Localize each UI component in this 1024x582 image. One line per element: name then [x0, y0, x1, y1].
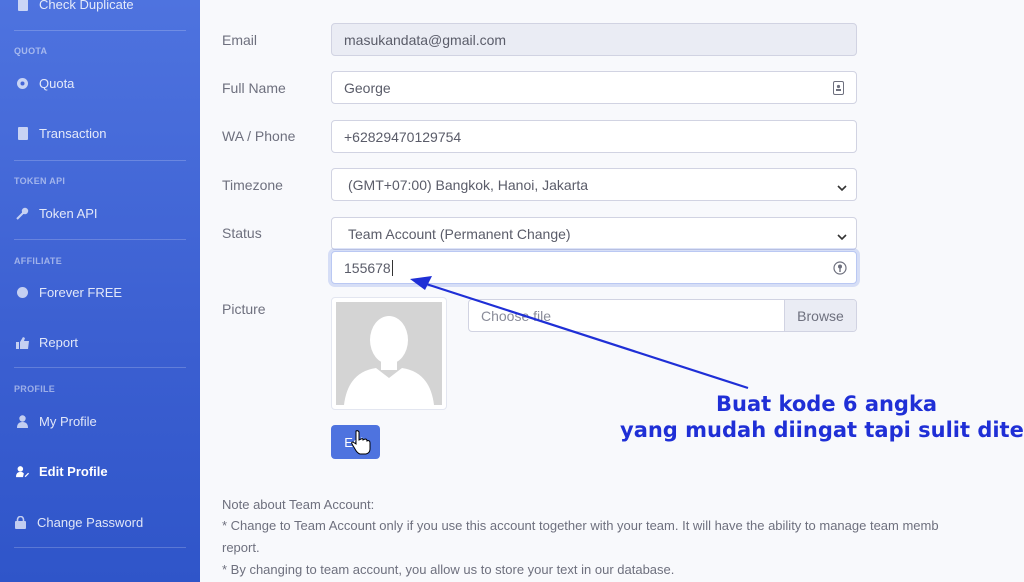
receipt-icon [16, 127, 29, 140]
sidebar-item-label: Token API [39, 206, 98, 221]
lock-icon [14, 516, 27, 529]
email-label: Email [222, 32, 258, 48]
sidebar-section-profile: PROFILE [14, 384, 56, 394]
sidebar-section-affiliate: AFFILIATE [14, 256, 63, 266]
sidebar-item-label: My Profile [39, 414, 97, 429]
sidebar-item-label: Edit Profile [39, 464, 108, 479]
sidebar-divider [14, 30, 186, 31]
sidebar-item-edit-profile[interactable]: Edit Profile [16, 464, 108, 479]
text-cursor [391, 259, 393, 276]
sidebar-divider [14, 160, 186, 161]
gear-icon [16, 77, 29, 90]
full-name-value: George [344, 79, 391, 96]
full-name-label: Full Name [222, 80, 286, 96]
sidebar-item-my-profile[interactable]: My Profile [16, 414, 97, 429]
sidebar-item-label: Change Password [37, 515, 144, 530]
phone-value: +62829470129754 [344, 128, 462, 145]
sidebar-item-transaction[interactable]: Transaction [16, 126, 106, 141]
team-note-line3: * By changing to team account, you allow… [222, 562, 675, 577]
avatar [331, 297, 447, 410]
sidebar-item-label: Forever FREE [39, 285, 123, 300]
globe-icon [16, 286, 29, 299]
pin-input[interactable]: 155678 [331, 251, 857, 284]
sidebar-section-token-api: TOKEN API [14, 176, 66, 186]
team-note-line2: report. [222, 540, 260, 555]
sidebar-item-label: Quota [39, 76, 75, 91]
picture-label: Picture [222, 301, 266, 317]
sidebar-item-quota[interactable]: Quota [16, 76, 74, 91]
contact-card-icon [833, 81, 846, 95]
full-name-field[interactable]: George [331, 71, 857, 104]
annotation-text-line1: Buat kode 6 angka [716, 392, 938, 416]
status-value: Team Account (Permanent Change) [348, 225, 571, 242]
timezone-label: Timezone [222, 177, 283, 193]
edit-button[interactable]: Edit [331, 425, 380, 459]
avatar-placeholder-icon [336, 302, 442, 405]
browse-button[interactable]: Browse [784, 300, 856, 331]
sidebar: Check Duplicate QUOTA Quota Transaction … [0, 0, 200, 582]
status-label: Status [222, 225, 262, 241]
sidebar-divider [14, 547, 186, 548]
document-icon [16, 0, 29, 11]
sidebar-section-quota: QUOTA [14, 46, 48, 56]
annotation-text-line2: yang mudah diingat tapi sulit ditebak [620, 418, 1024, 442]
phone-field[interactable]: +62829470129754 [331, 120, 857, 153]
sidebar-item-change-password[interactable]: Change Password [14, 515, 143, 530]
pin-value: 155678 [344, 259, 391, 276]
sidebar-divider [14, 367, 186, 368]
chevron-down-icon [836, 180, 848, 192]
picture-file-input[interactable]: Choose file Browse [468, 299, 857, 332]
team-note-line1: * Change to Team Account only if you use… [222, 518, 939, 533]
email-field[interactable]: masukandata@gmail.com [331, 23, 857, 56]
phone-label: WA / Phone [222, 128, 296, 144]
file-placeholder: Choose file [481, 307, 552, 324]
timezone-select[interactable]: (GMT+07:00) Bangkok, Hanoi, Jakarta [331, 168, 857, 201]
sidebar-item-label: Report [39, 335, 79, 350]
key-icon [16, 207, 29, 220]
thumbs-up-icon [16, 336, 29, 349]
email-value: masukandata@gmail.com [344, 31, 507, 48]
sidebar-item-report[interactable]: Report [16, 335, 78, 350]
key-circle-icon [833, 261, 847, 275]
team-note-title: Note about Team Account: [222, 497, 375, 512]
timezone-value: (GMT+07:00) Bangkok, Hanoi, Jakarta [348, 176, 589, 193]
sidebar-divider [14, 239, 186, 240]
sidebar-item-token-api[interactable]: Token API [16, 206, 98, 221]
user-icon [16, 415, 29, 428]
annotation-arrow-line [419, 280, 749, 390]
sidebar-item-forever-free[interactable]: Forever FREE [16, 285, 122, 300]
sidebar-item-check-duplicate[interactable]: Check Duplicate [16, 0, 134, 12]
chevron-down-icon [836, 229, 848, 241]
user-edit-icon [16, 465, 29, 478]
sidebar-item-label: Check Duplicate [39, 0, 134, 12]
status-select[interactable]: Team Account (Permanent Change) [331, 217, 857, 250]
sidebar-item-label: Transaction [39, 126, 107, 141]
